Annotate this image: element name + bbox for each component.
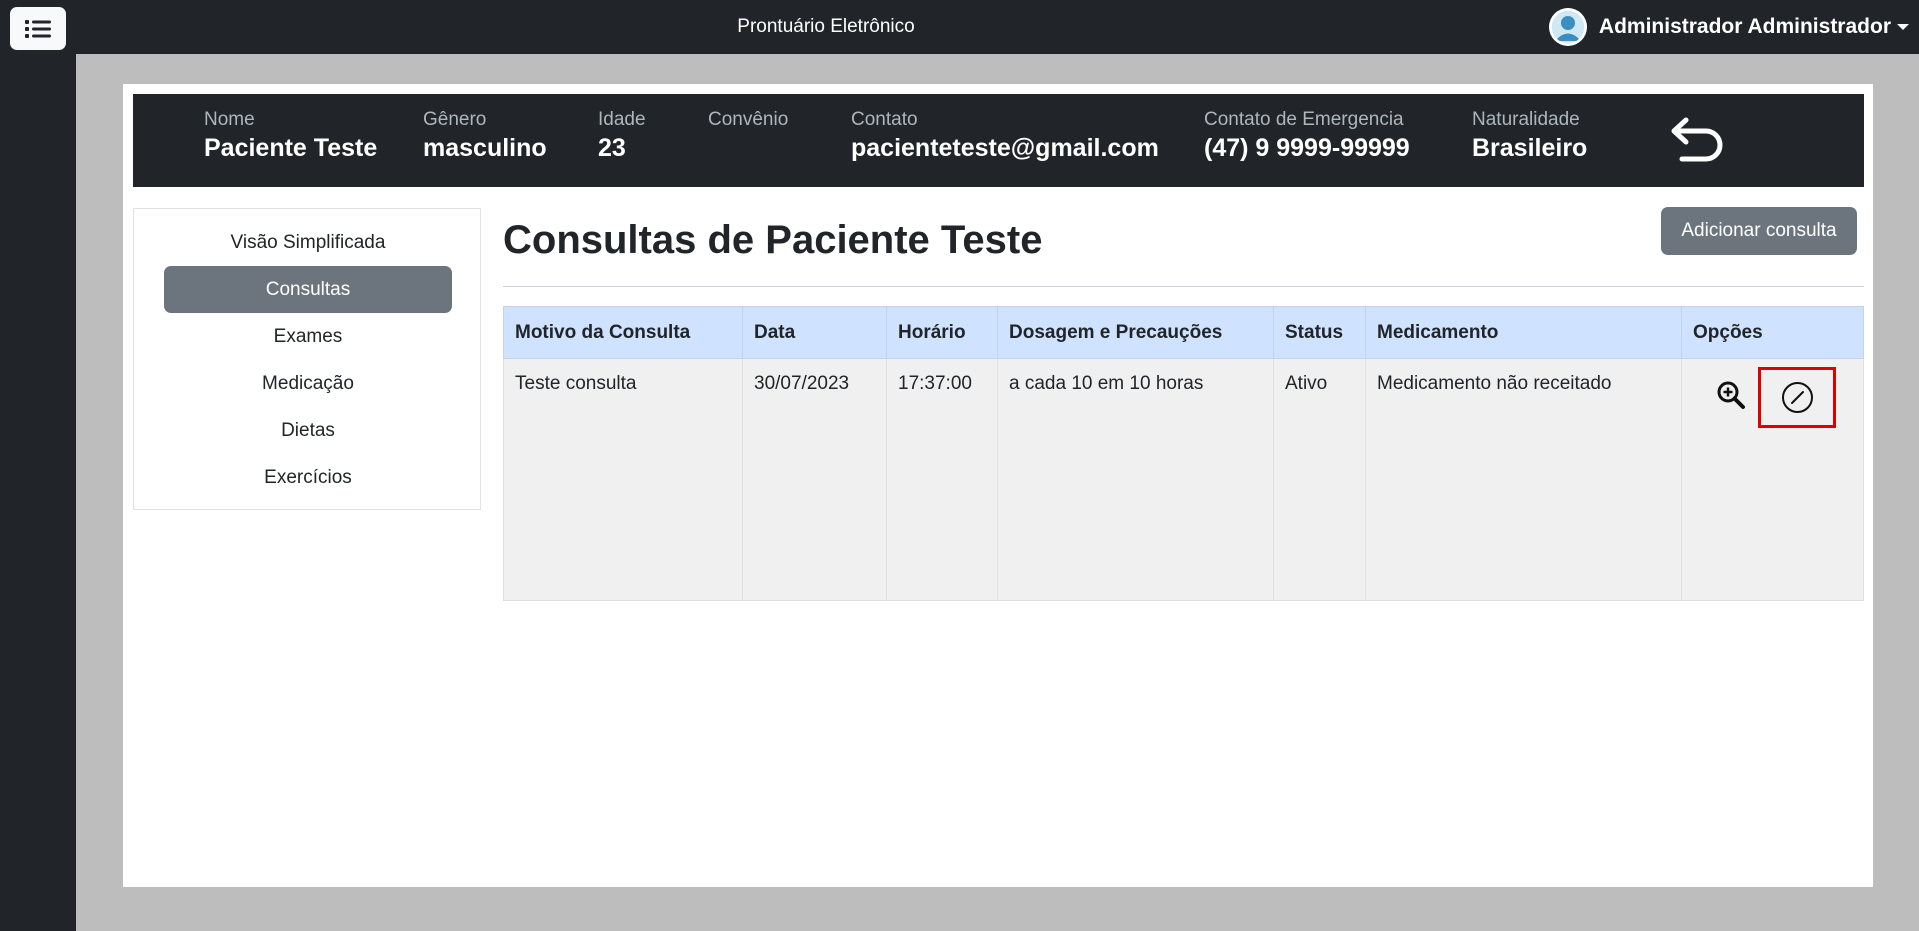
field-label: Naturalidade (1472, 109, 1580, 130)
patient-field-contact: Contato pacienteteste@gmail.com (851, 108, 1159, 164)
table-header-row: Motivo da Consulta Data Horário Dosagem … (503, 306, 1864, 359)
chevron-down-icon[interactable] (1897, 24, 1909, 30)
patient-field-age: Idade 23 (598, 108, 646, 164)
patient-field-name: Nome Paciente Teste (204, 108, 377, 164)
field-label: Convênio (708, 109, 789, 130)
field-value: Paciente Teste (204, 134, 378, 162)
patient-field-emergency-contact: Contato de Emergencia (47) 9 9999-99999 (1204, 108, 1410, 164)
menu-toggle-button[interactable] (10, 7, 66, 50)
sidebar-nav: Visão Simplificada Consultas Exames Medi… (133, 208, 481, 510)
table-cell: Ativo (1273, 358, 1366, 601)
sidebar-item-visao-simplificada[interactable]: Visão Simplificada (164, 219, 452, 266)
return-arrow-icon (1671, 117, 1723, 162)
divider (503, 286, 1864, 287)
app-title: Prontuário Eletrônico (737, 16, 915, 37)
patient-field-gender: Gênero masculino (423, 108, 547, 164)
page-title: Consultas de Paciente Teste (503, 218, 1043, 262)
field-value: pacienteteste@gmail.com (851, 134, 1159, 162)
sidebar-item-dietas[interactable]: Dietas (164, 407, 452, 454)
field-label: Nome (204, 109, 255, 130)
sidebar-item-consultas[interactable]: Consultas (164, 266, 452, 313)
table-row: Teste consulta 30/07/2023 17:37:00 a cad… (503, 358, 1864, 601)
patient-field-nationality: Naturalidade Brasileiro (1472, 108, 1587, 164)
user-menu[interactable]: Administrador Administrador (1548, 6, 1909, 48)
patient-field-insurance: Convênio (708, 108, 788, 132)
field-value: masculino (423, 134, 547, 162)
zoom-in-icon[interactable] (1716, 380, 1746, 410)
field-label: Contato de Emergencia (1204, 109, 1404, 130)
field-label: Idade (598, 109, 646, 130)
table-cell: a cada 10 em 10 horas (997, 358, 1274, 601)
table-cell: Medicamento não receitado (1365, 358, 1682, 601)
column-header: Horário (886, 306, 998, 359)
column-header: Motivo da Consulta (503, 306, 743, 359)
top-navbar: Prontuário Eletrônico Administrador Admi… (0, 0, 1919, 54)
table-cell: Teste consulta (503, 358, 743, 601)
consultations-table: Motivo da Consulta Data Horário Dosagem … (503, 306, 1864, 601)
column-header: Opções (1681, 306, 1864, 359)
user-avatar-icon (1548, 8, 1587, 46)
content-panel: Nome Paciente Teste Gênero masculino Ida… (123, 84, 1873, 887)
field-value: 23 (598, 134, 626, 162)
content-frame: Nome Paciente Teste Gênero masculino Ida… (76, 54, 1919, 931)
field-label: Gênero (423, 109, 487, 130)
field-label: Contato (851, 109, 918, 130)
table-cell: 17:37:00 (886, 358, 998, 601)
sidebar-item-exercicios[interactable]: Exercícios (164, 454, 452, 501)
options-cell (1681, 358, 1864, 601)
user-name[interactable]: Administrador Administrador (1599, 15, 1891, 39)
slash-circle-icon[interactable] (1781, 381, 1814, 414)
list-icon (25, 19, 51, 38)
sidebar-item-medicacao[interactable]: Medicação (164, 360, 452, 407)
add-consultation-button[interactable]: Adicionar consulta (1661, 207, 1857, 255)
table-cell: 30/07/2023 (742, 358, 887, 601)
field-value: Brasileiro (1472, 134, 1588, 162)
column-header: Status (1273, 306, 1366, 359)
field-value: (47) 9 9999-99999 (1204, 134, 1410, 162)
column-header: Dosagem e Precauções (997, 306, 1274, 359)
sidebar-item-exames[interactable]: Exames (164, 313, 452, 360)
back-button[interactable] (1668, 114, 1730, 168)
column-header: Medicamento (1365, 306, 1682, 359)
column-header: Data (742, 306, 887, 359)
patient-header: Nome Paciente Teste Gênero masculino Ida… (133, 94, 1864, 187)
